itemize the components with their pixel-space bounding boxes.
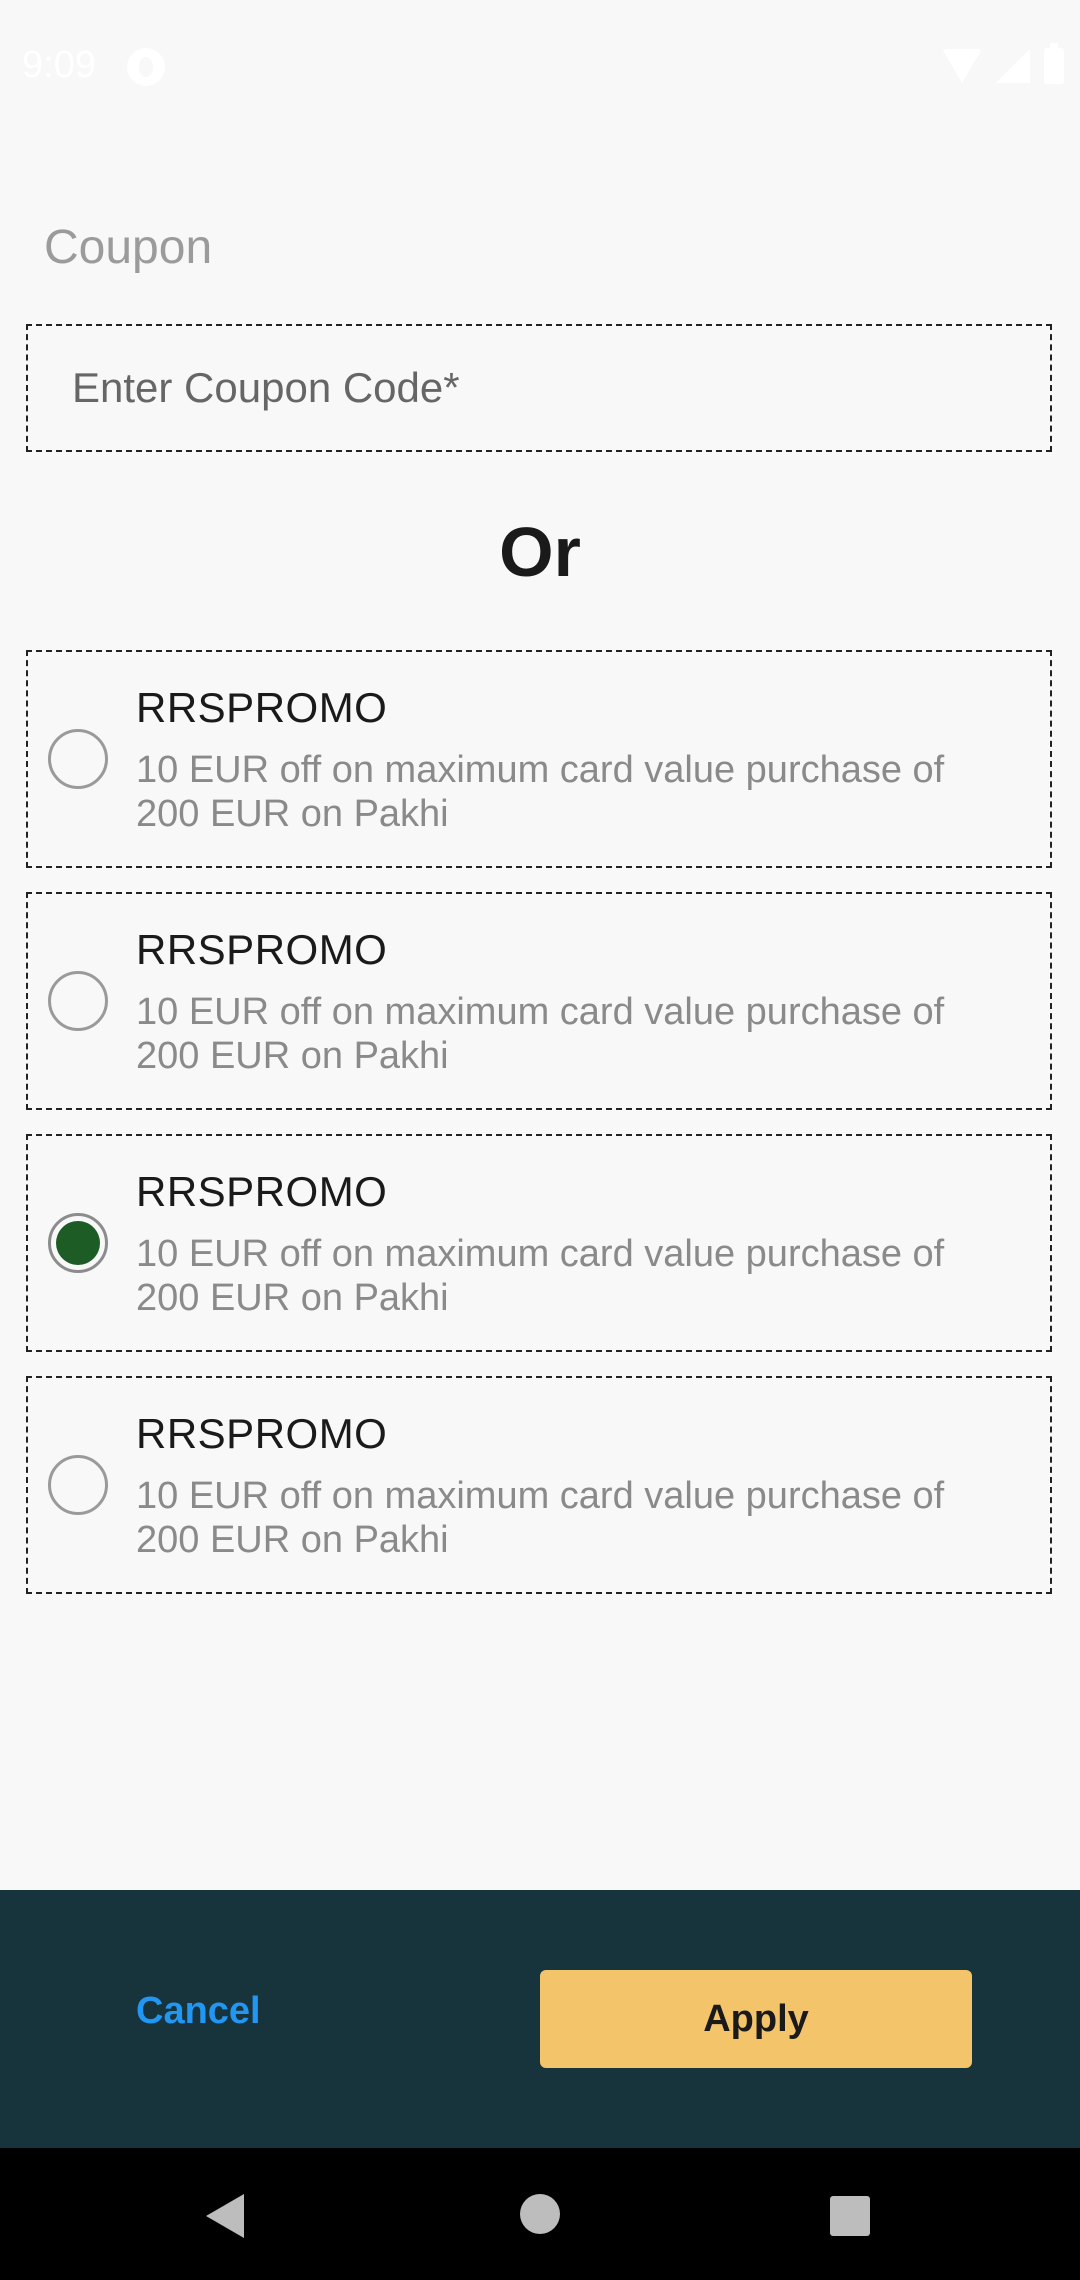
coupon-screen: 9:09 Coupon Or RRSPROMO 10 EUR off on ma… xyxy=(0,0,1080,2280)
radio-button[interactable] xyxy=(48,1213,108,1273)
signal-icon xyxy=(996,49,1030,83)
status-bar: 9:09 xyxy=(0,0,1080,136)
radio-button[interactable] xyxy=(48,729,108,789)
cancel-button[interactable]: Cancel xyxy=(136,1990,261,2033)
wifi-icon xyxy=(942,49,982,83)
coupon-code: RRSPROMO xyxy=(136,684,388,731)
app-notification-icon xyxy=(127,48,165,86)
radio-button[interactable] xyxy=(48,1455,108,1515)
coupon-input-container xyxy=(26,324,1052,452)
coupon-option[interactable]: RRSPROMO 10 EUR off on maximum card valu… xyxy=(26,1134,1052,1352)
recents-icon[interactable] xyxy=(830,2196,870,2236)
coupon-code-input[interactable] xyxy=(72,326,1012,450)
coupon-description: 10 EUR off on maximum card value purchas… xyxy=(136,749,945,835)
status-icons xyxy=(942,43,1064,84)
action-bar: Cancel Apply xyxy=(0,1890,1080,2148)
home-icon[interactable] xyxy=(520,2194,560,2234)
navigation-bar xyxy=(0,2148,1080,2280)
coupon-list: RRSPROMO 10 EUR off on maximum card valu… xyxy=(26,650,1052,1618)
coupon-code: RRSPROMO xyxy=(136,1168,388,1215)
back-icon[interactable] xyxy=(206,2194,244,2238)
coupon-option[interactable]: RRSPROMO 10 EUR off on maximum card valu… xyxy=(26,1376,1052,1594)
apply-button[interactable]: Apply xyxy=(540,1970,972,2068)
page-title: Coupon xyxy=(44,221,213,274)
coupon-option[interactable]: RRSPROMO 10 EUR off on maximum card valu… xyxy=(26,892,1052,1110)
coupon-code: RRSPROMO xyxy=(136,926,388,973)
coupon-description: 10 EUR off on maximum card value purchas… xyxy=(136,991,945,1077)
radio-button[interactable] xyxy=(48,971,108,1031)
coupon-description: 10 EUR off on maximum card value purchas… xyxy=(136,1475,945,1561)
battery-icon xyxy=(1044,43,1064,84)
or-divider: Or xyxy=(499,513,581,591)
coupon-option[interactable]: RRSPROMO 10 EUR off on maximum card valu… xyxy=(26,650,1052,868)
coupon-description: 10 EUR off on maximum card value purchas… xyxy=(136,1233,945,1319)
status-time: 9:09 xyxy=(22,44,96,86)
coupon-code: RRSPROMO xyxy=(136,1410,388,1457)
